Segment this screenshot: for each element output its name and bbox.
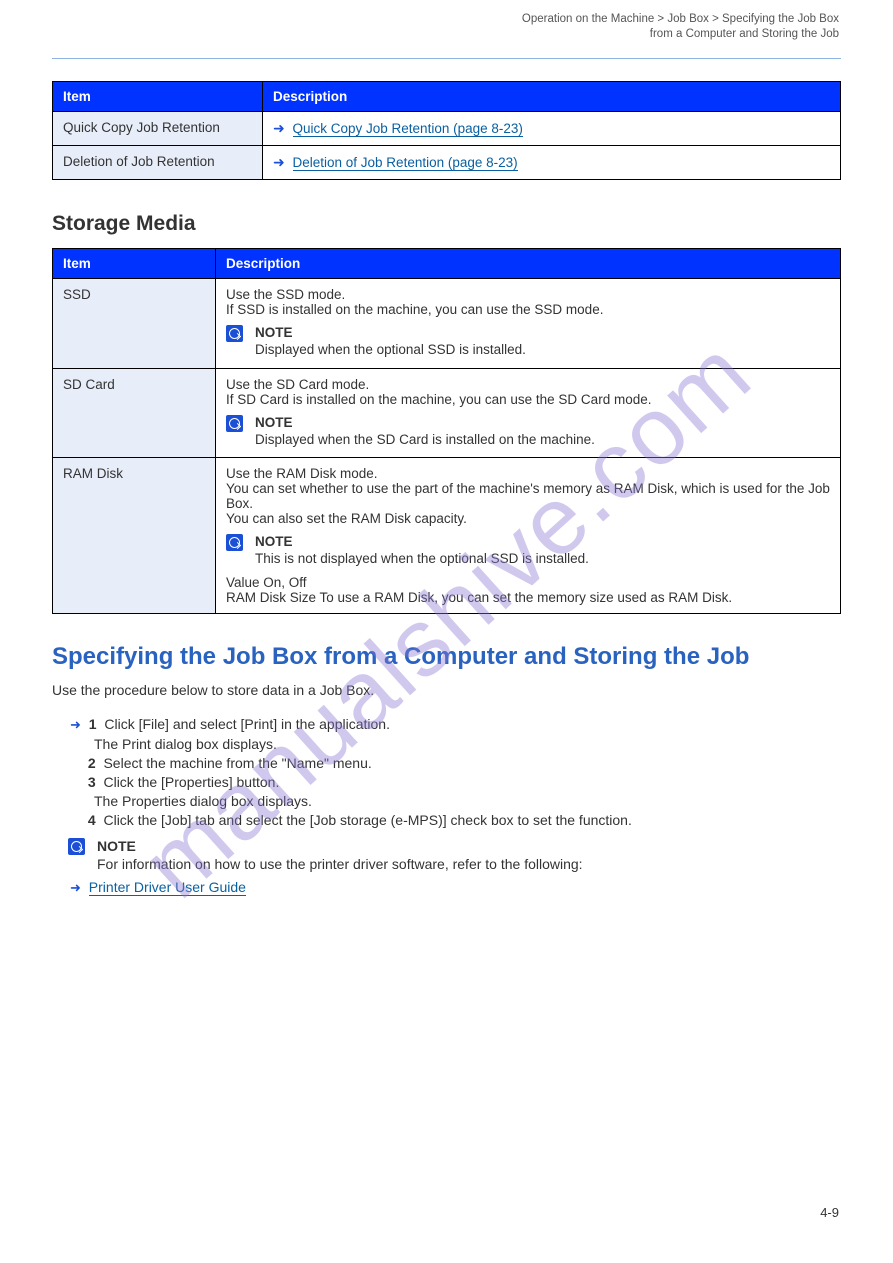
section-heading: Storage Media [52,212,841,236]
text: Use the SD Card mode. [226,377,830,392]
ref-link[interactable]: Deletion of Job Retention (page 8-23) [293,155,518,171]
text: You can also set the RAM Disk capacity. [226,511,830,526]
note-text: For information on how to use the printe… [97,856,583,872]
paragraph: Use the procedure below to store data in… [52,680,841,702]
step-text: Click [File] and select [Print] in the a… [104,716,390,732]
note-text: Displayed when the SD Card is installed … [255,432,595,447]
table-row: Deletion of Job Retention ➜ Deletion of … [53,146,841,180]
note-icon [226,534,243,551]
arrow-icon: ➜ [70,880,81,895]
item-description-table: Item Description Quick Copy Job Retentio… [52,81,841,180]
divider [52,58,841,59]
th-item: Item [53,82,263,112]
cell-desc: Use the RAM Disk mode. You can set wheth… [216,458,841,614]
text: You can set whether to use the part of t… [226,481,830,511]
arrow-icon: ➜ [273,120,285,136]
step-number: 2 [88,755,96,771]
note-icon [226,325,243,342]
th-description: Description [216,249,841,279]
step-text: Click the [Job] tab and select the [Job … [103,812,631,828]
arrow-icon: ➜ [273,154,285,170]
note-icon [226,415,243,432]
step-number: 1 [89,716,97,732]
cell-item-label: Quick Copy Job Retention [53,112,263,146]
table-row: RAM Disk Use the RAM Disk mode. You can … [53,458,841,614]
arrow-icon: ➜ [70,717,81,732]
step-sub: The Properties dialog box displays. [70,793,841,809]
cell-desc: Use the SSD mode. If SSD is installed on… [216,279,841,369]
text: Use the RAM Disk mode. [226,466,830,481]
ref-link[interactable]: Printer Driver User Guide [89,879,246,896]
cell-item-label: SSD [53,279,216,369]
cell-desc: Use the SD Card mode. If SD Card is inst… [216,368,841,458]
text: If SSD is installed on the machine, you … [226,302,830,317]
cell-desc: ➜ Quick Copy Job Retention (page 8-23) [263,112,841,146]
cell-item-label: SD Card [53,368,216,458]
breadcrumb: Operation on the Machine > Job Box > Spe… [522,12,839,42]
step-text: Select the machine from the "Name" menu. [103,755,371,771]
cell-item-label: Deletion of Job Retention [53,146,263,180]
step-number: 4 [88,812,96,828]
note-text: This is not displayed when the optional … [255,551,589,566]
text: Value On, Off [226,575,830,590]
text: RAM Disk Size To use a RAM Disk, you can… [226,590,830,605]
ref-link[interactable]: Quick Copy Job Retention (page 8-23) [293,121,523,137]
storage-media-table: Item Description SSD Use the SSD mode. I… [52,248,841,614]
note-icon [68,838,85,855]
table-row: SSD Use the SSD mode. If SSD is installe… [53,279,841,369]
th-item: Item [53,249,216,279]
note-text: Displayed when the optional SSD is insta… [255,342,526,357]
step-number: 3 [88,774,96,790]
step-sub: The Print dialog box displays. [70,736,841,752]
text: If SD Card is installed on the machine, … [226,392,830,407]
table-row: SD Card Use the SD Card mode. If SD Card… [53,368,841,458]
step-text: Click the [Properties] button. [103,774,279,790]
cell-desc: ➜ Deletion of Job Retention (page 8-23) [263,146,841,180]
cell-item-label: RAM Disk [53,458,216,614]
step-list: ➜ 1 Click [File] and select [Print] in t… [52,709,841,900]
text: Use the SSD mode. [226,287,830,302]
page-number: 4-9 [820,1205,839,1220]
th-description: Description [263,82,841,112]
heading-main: Specifying the Job Box from a Computer a… [52,642,841,672]
table-row: Quick Copy Job Retention ➜ Quick Copy Jo… [53,112,841,146]
